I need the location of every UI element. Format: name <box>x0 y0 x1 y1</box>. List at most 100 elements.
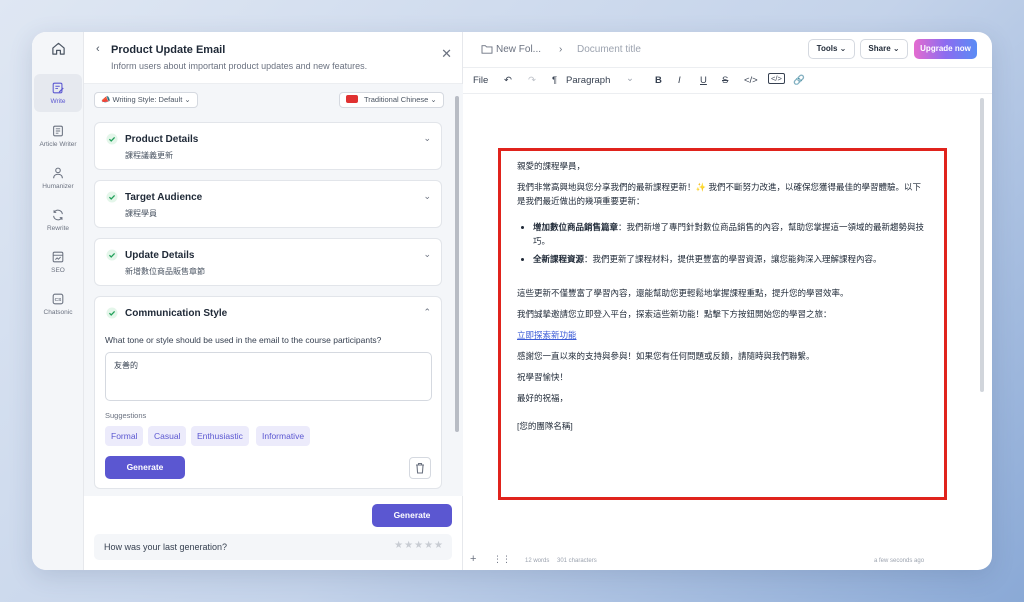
home-icon <box>51 42 65 55</box>
link-icon[interactable]: 🔗 <box>793 75 805 86</box>
megaphone-icon: 📣 <box>101 95 111 104</box>
paragraph-icon: ¶ <box>552 75 558 86</box>
strikethrough-icon[interactable]: S <box>722 75 728 86</box>
generate-button[interactable]: Generate <box>105 456 185 479</box>
close-icon[interactable]: ✕ <box>441 46 452 62</box>
language-label: Traditional Chinese <box>363 95 429 104</box>
card-title: Update Details <box>125 250 195 261</box>
paragraph: 祝學習愉快！ <box>517 372 569 382</box>
file-menu[interactable]: File <box>473 75 488 86</box>
template-panel: ‹ Product Update Email Inform users abou… <box>84 32 463 570</box>
share-label: Share <box>868 44 891 53</box>
rail-item-rewrite[interactable]: Rewrite <box>34 208 82 233</box>
undo-icon[interactable]: ↶ <box>504 75 512 86</box>
rail-label: Humanizer <box>42 183 74 190</box>
chevron-down-icon: ⌄ <box>839 44 847 53</box>
suggestion-chip[interactable]: Informative <box>256 426 311 446</box>
list-item-text: ：我們更新了課程材料，提供更豐富的學習資源，讓您能夠深入理解課程內容。 <box>584 254 882 264</box>
editor-pane: New Fol... › Document title Tools ⌄ Shar… <box>463 32 992 570</box>
rail-label: Write <box>50 98 66 105</box>
add-block-icon[interactable]: + <box>470 553 476 565</box>
card-update-details[interactable]: Update Details 新增數位商品販售章節 ⌄ <box>94 238 442 286</box>
panel-header: ‹ Product Update Email Inform users abou… <box>84 32 462 84</box>
breadcrumb-separator-icon: › <box>559 44 563 55</box>
paragraph-select[interactable]: Paragraph <box>566 75 610 86</box>
writing-style-label: Writing Style: Default <box>112 95 183 104</box>
list-item: 全新課程資源：我們更新了課程材料，提供更豐富的學習資源，讓您能夠深入理解課程內容… <box>533 252 928 266</box>
folder-icon <box>481 45 493 54</box>
nav-rail: Write Article Writer Humanizer Rewrite S… <box>32 32 84 570</box>
home-button[interactable] <box>34 41 82 61</box>
tools-label: Tools <box>816 44 838 53</box>
feedback-question: How was your last generation? <box>104 542 228 552</box>
suggestions-label: Suggestions <box>105 411 147 420</box>
writing-style-select[interactable]: 📣 Writing Style: Default ⌄ <box>94 92 198 108</box>
editor-scrollbar[interactable] <box>980 98 984 392</box>
upgrade-button[interactable]: Upgrade now <box>914 39 977 59</box>
share-button[interactable]: Share ⌄ <box>860 39 908 59</box>
write-icon <box>52 82 64 94</box>
question-text: What tone or style should be used in the… <box>105 335 382 345</box>
check-circle-icon <box>106 133 118 145</box>
chevron-up-icon[interactable]: ⌃ <box>423 307 431 318</box>
person-icon <box>53 167 63 179</box>
redo-icon[interactable]: ↷ <box>528 75 536 86</box>
suggestion-chip[interactable]: Formal <box>105 426 144 446</box>
code-icon[interactable]: </> <box>744 75 758 86</box>
rail-label: Chatsonic <box>43 309 73 316</box>
rating-stars[interactable]: ★★★★★ <box>394 540 444 551</box>
breadcrumb-folder[interactable]: New Fol... <box>496 44 541 55</box>
underline-icon[interactable]: U <box>700 75 707 86</box>
trash-icon <box>416 462 424 474</box>
chevron-down-icon: ⌄ <box>892 44 900 53</box>
tools-button[interactable]: Tools ⌄ <box>808 39 855 59</box>
suggestion-chip[interactable]: Casual <box>148 426 187 446</box>
rail-item-write[interactable]: Write <box>34 74 82 112</box>
flag-icon <box>346 95 358 103</box>
svg-text:CS: CS <box>55 297 62 303</box>
paragraph: 這些更新不僅豐富了學習內容，還能幫助您更輕鬆地掌握課程重點，提升您的學習效率。 <box>517 288 849 298</box>
rail-item-seo[interactable]: SEO <box>34 250 82 275</box>
chevron-down-icon[interactable]: ⌄ <box>423 249 431 260</box>
panel-subtitle: Inform users about important product upd… <box>111 61 368 71</box>
suggestion-chip[interactable]: Enthusiastic <box>191 426 249 446</box>
back-icon[interactable]: ‹ <box>96 43 100 55</box>
form-scroll-area: 📣 Writing Style: Default ⌄ Traditional C… <box>84 84 463 496</box>
feedback-bar: How was your last generation? ★★★★★ <box>94 534 452 560</box>
rail-item-humanizer[interactable]: Humanizer <box>34 166 82 191</box>
document-body[interactable]: 親愛的課程學員， 我們非常高興地與您分享我們的最新課程更新！✨ 我們不斷努力改進… <box>498 148 947 500</box>
card-value: 課程議義更新 <box>125 151 173 160</box>
rail-item-article-writer[interactable]: Article Writer <box>34 124 82 149</box>
list-item-heading: 全新課程資源 <box>533 254 585 264</box>
language-select[interactable]: Traditional Chinese ⌄ <box>339 92 444 108</box>
chevron-down-icon[interactable]: ⌄ <box>626 73 634 84</box>
explore-link[interactable]: 立即探索新功能 <box>517 330 577 340</box>
list-item-heading: 增加數位商品銷售篇章 <box>533 222 619 232</box>
chevron-down-icon: ⌄ <box>184 95 191 104</box>
card-product-details[interactable]: Product Details 課程議義更新 ⌄ <box>94 122 442 170</box>
greeting: 親愛的課程學員， <box>517 161 586 171</box>
card-target-audience[interactable]: Target Audience 課程學員 ⌄ <box>94 180 442 228</box>
saved-status: a few seconds ago <box>874 558 925 564</box>
char-count: 301 characters <box>557 558 597 564</box>
check-circle-icon <box>106 249 118 261</box>
drag-handle-icon[interactable]: ⋮⋮ <box>493 554 511 565</box>
card-title: Product Details <box>125 134 199 145</box>
italic-icon[interactable]: I <box>678 75 681 86</box>
signature: [您的團隊名稱] <box>517 421 573 431</box>
tone-input[interactable]: 友善的 <box>105 352 432 401</box>
card-value: 新增數位商品販售章節 <box>125 267 205 276</box>
code-block-icon[interactable]: </> <box>768 73 785 84</box>
editor-topbar: New Fol... › Document title Tools ⌄ Shar… <box>463 32 992 68</box>
panel-scrollbar-thumb[interactable] <box>455 96 459 432</box>
list-item: 增加數位商品銷售篇章：我們新增了專門針對數位商品銷售的內容，幫助您掌握這一領域的… <box>533 220 928 248</box>
rail-label: Article Writer <box>39 141 77 148</box>
rail-item-chatsonic[interactable]: CS Chatsonic <box>34 292 82 317</box>
footer-generate-button[interactable]: Generate <box>372 504 452 527</box>
document-title[interactable]: Document title <box>577 44 641 55</box>
chevron-down-icon[interactable]: ⌄ <box>423 191 431 202</box>
bold-icon[interactable]: B <box>655 75 662 86</box>
delete-button[interactable] <box>409 457 431 479</box>
chevron-down-icon[interactable]: ⌄ <box>423 133 431 144</box>
sparkle-icon: ✨ <box>695 182 707 192</box>
